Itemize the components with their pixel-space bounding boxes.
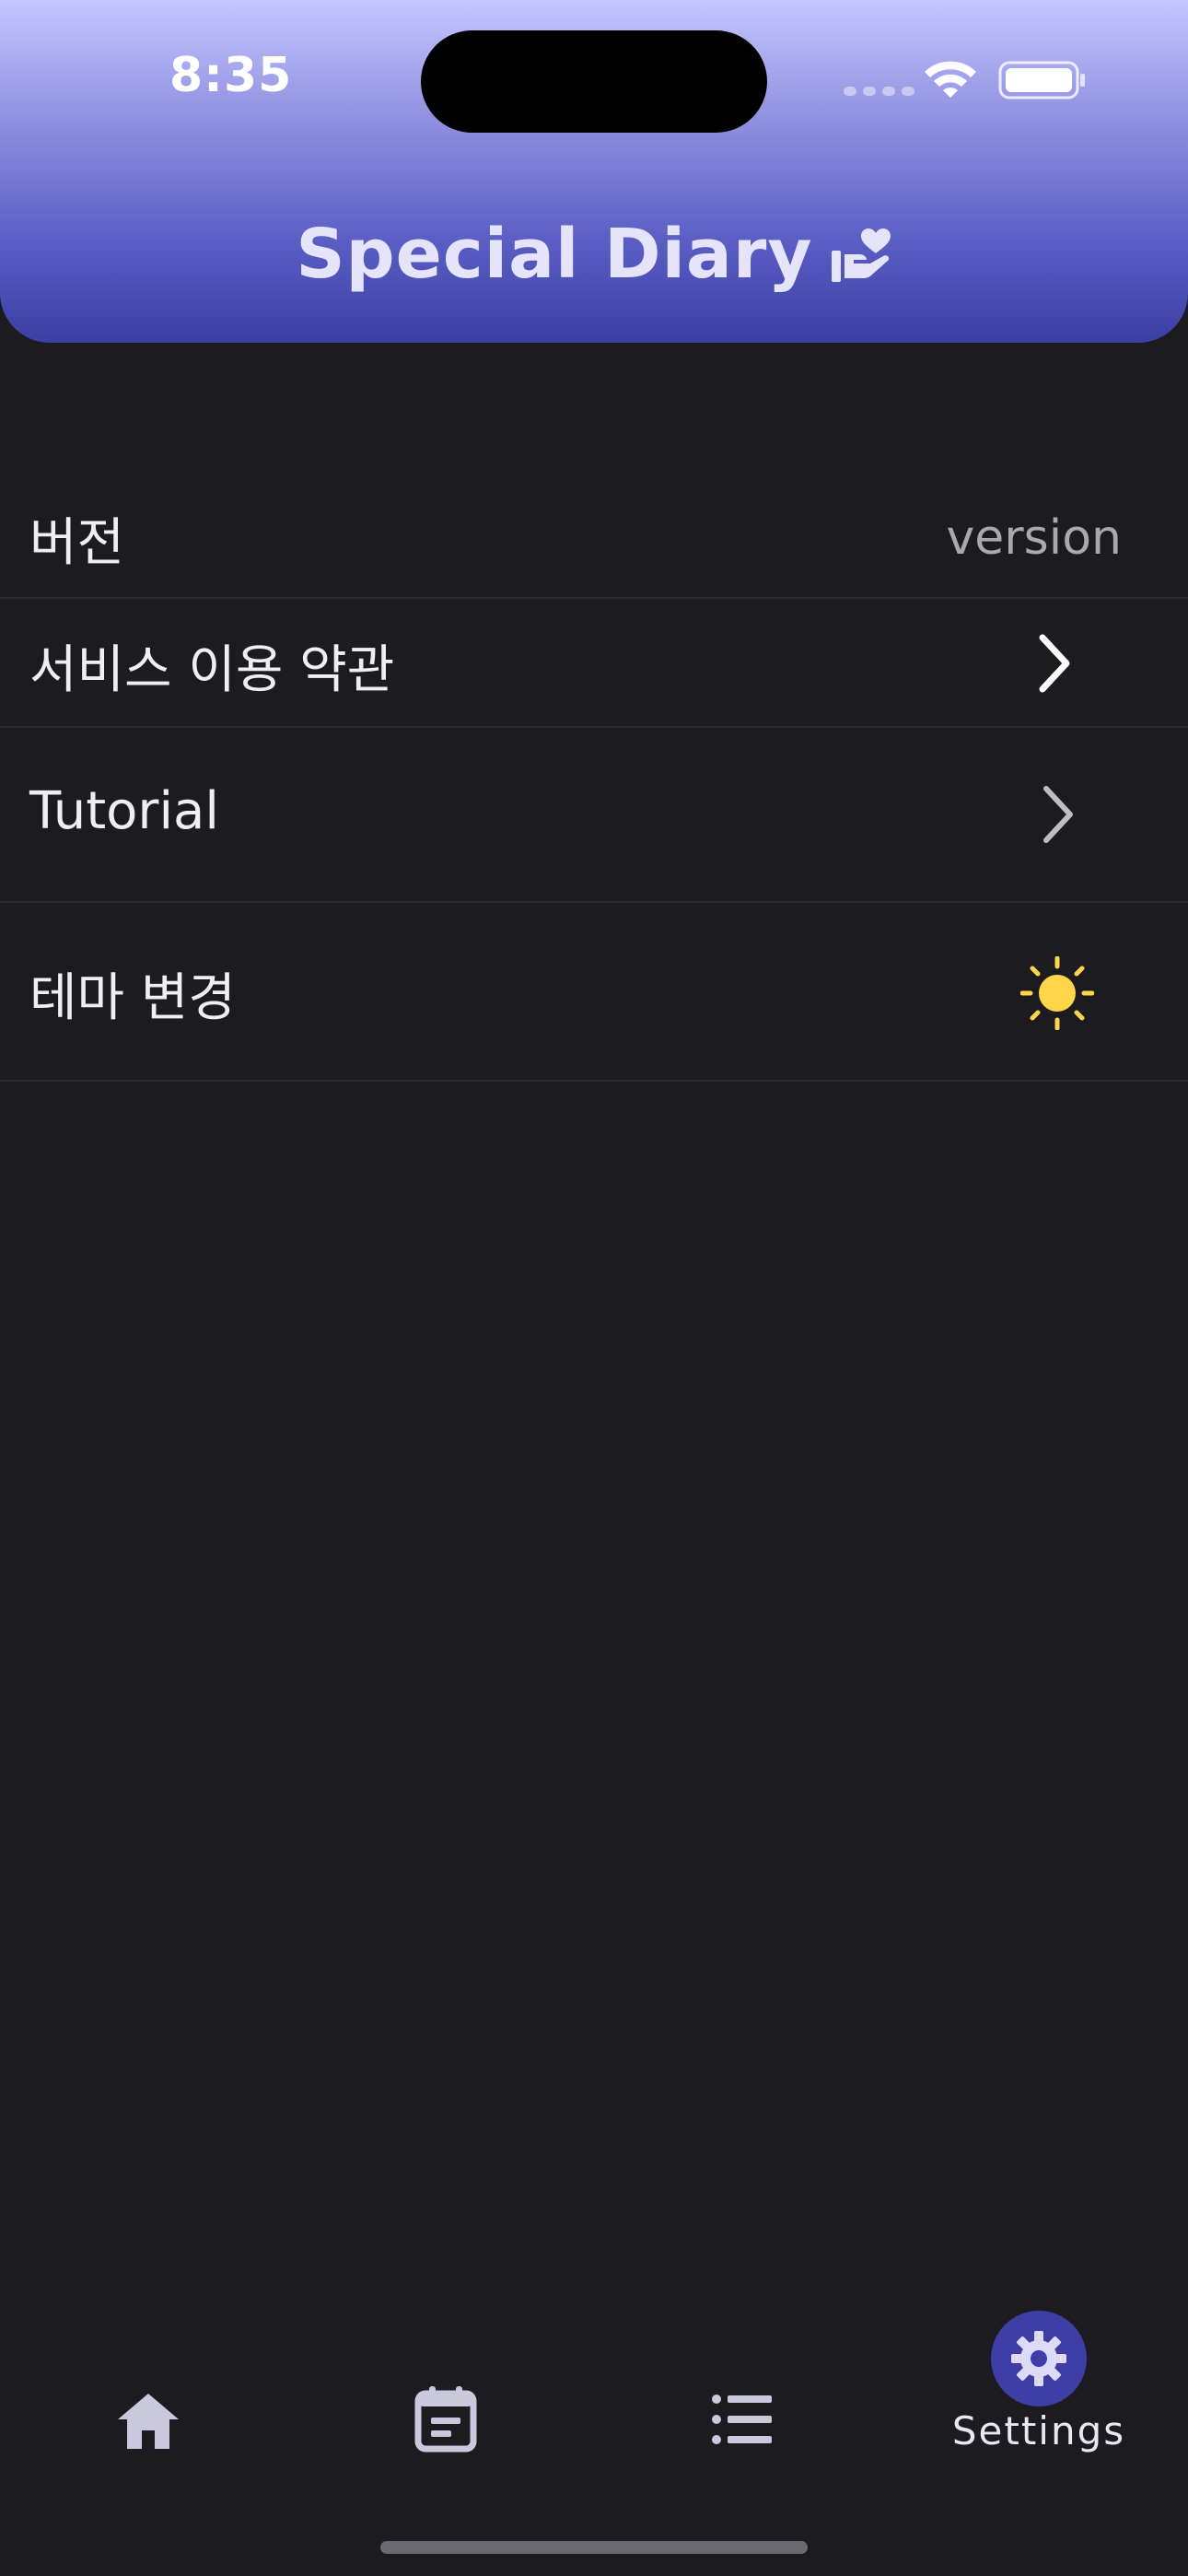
- chevron-right-icon[interactable]: [1035, 781, 1081, 848]
- app-title-group: Special Diary: [0, 210, 1188, 299]
- settings-screen: 8:35 Special Diary 버전 version 서비스 이용 약관 …: [0, 0, 1188, 2576]
- settings-nav-indicator[interactable]: [991, 2311, 1087, 2406]
- settings-nav-label[interactable]: Settings: [928, 2408, 1149, 2453]
- sun-icon[interactable]: [1020, 956, 1094, 1030]
- status-time: 8:35: [169, 48, 293, 103]
- dynamic-island: [421, 30, 767, 133]
- theme-change-label: 테마 변경: [29, 968, 236, 1028]
- version-row: 버전 version: [0, 475, 1188, 599]
- terms-of-service-label: 서비스 이용 약관: [29, 640, 395, 700]
- wifi-icon: [925, 61, 976, 98]
- theme-change-row[interactable]: 테마 변경: [0, 903, 1188, 1082]
- gear-icon[interactable]: [1009, 2329, 1068, 2388]
- battery-icon: [998, 61, 1085, 100]
- home-icon[interactable]: [116, 2392, 181, 2451]
- version-value: version: [946, 510, 1122, 566]
- calendar-icon[interactable]: [414, 2384, 477, 2453]
- app-header: 8:35 Special Diary: [0, 0, 1188, 343]
- tutorial-row[interactable]: Tutorial: [0, 728, 1188, 903]
- cellular-signal-icon: [844, 87, 914, 96]
- tutorial-label: Tutorial: [29, 781, 219, 841]
- home-indicator[interactable]: [380, 2541, 808, 2554]
- chevron-right-icon[interactable]: [1031, 630, 1077, 697]
- terms-of-service-row[interactable]: 서비스 이용 약관: [0, 599, 1188, 728]
- app-title: Special Diary: [296, 215, 813, 294]
- hand-heart-icon: [831, 228, 891, 282]
- version-label: 버전: [29, 513, 125, 573]
- list-icon[interactable]: [711, 2394, 774, 2445]
